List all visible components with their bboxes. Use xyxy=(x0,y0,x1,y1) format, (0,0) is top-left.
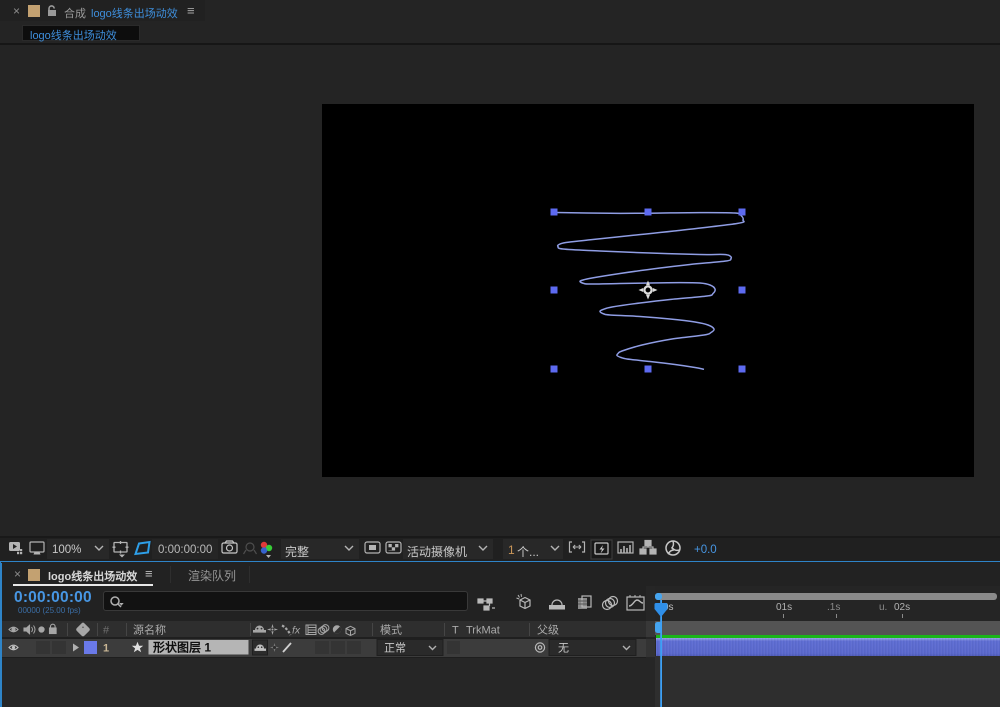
svg-text:形状图层 1: 形状图层 1 xyxy=(153,640,211,655)
svg-text:父级: 父级 xyxy=(537,624,559,637)
svg-text:fx: fx xyxy=(292,625,301,637)
svg-text:源名称: 源名称 xyxy=(133,623,166,637)
svg-text:无: 无 xyxy=(558,643,569,655)
svg-text:1: 1 xyxy=(103,643,109,655)
svg-text:TrkMat: TrkMat xyxy=(466,625,500,637)
svg-text:正常: 正常 xyxy=(384,642,406,655)
svg-text:#: # xyxy=(103,625,110,637)
svg-text:模式: 模式 xyxy=(380,624,402,637)
svg-text:T: T xyxy=(452,625,459,637)
